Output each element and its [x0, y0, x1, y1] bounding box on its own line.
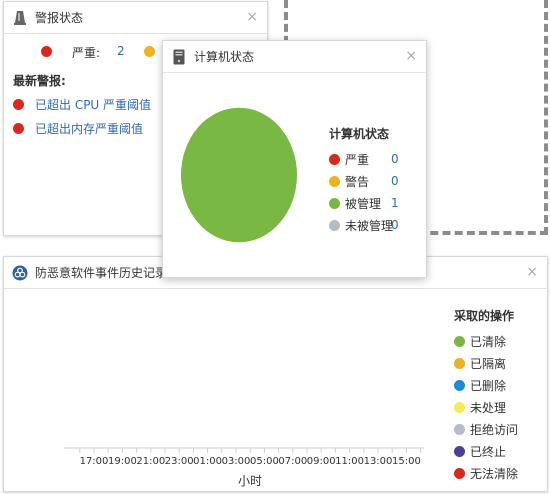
legend-label: 无法清除	[470, 466, 519, 481]
alarm-item: 已超出 CPU 严重阈值	[13, 96, 151, 113]
critical-dot-icon	[13, 123, 24, 134]
alarm-bell-icon	[12, 10, 28, 26]
antimalware-history-chart: 17:00 19:00 21:00 23:00 01:00 03:00 05:00 07:00…	[64, 447, 424, 488]
close-icon[interactable]: ×	[405, 49, 417, 63]
alarm-link[interactable]: 已超出 CPU 严重阈值	[35, 96, 151, 113]
severity-label: 严重:	[72, 46, 101, 60]
computer-status-legend: 计算机状态 严重 0 警告 0 被管理 1 未被管理 0	[329, 125, 399, 236]
legend-item[interactable]: 已终止	[454, 440, 518, 462]
pc-panel-title: 计算机状态	[194, 50, 255, 64]
critical-dot-icon	[41, 46, 52, 57]
legend-dot-icon	[454, 335, 465, 347]
legend-item[interactable]: 已隔离	[454, 352, 518, 374]
alarm-item: 已超出内存严重阈值	[13, 120, 143, 137]
computer-tower-icon	[171, 49, 187, 65]
legend-dot-icon	[329, 197, 340, 209]
legend-item[interactable]: 已删除	[454, 374, 518, 396]
legend-label: 被管理	[345, 196, 382, 211]
legend-title: 计算机状态	[329, 127, 390, 141]
alarm-panel-header[interactable]: 警报状态 ×	[4, 2, 267, 34]
legend-value[interactable]: 1	[391, 196, 399, 210]
x-tick-label: 09:00	[307, 456, 336, 467]
legend-item[interactable]: 严重 0	[329, 148, 399, 170]
x-tick-label: 21:00	[136, 456, 165, 467]
legend-label: 已清除	[470, 334, 507, 349]
legend-dot-icon	[454, 401, 465, 413]
legend-label: 未处理	[470, 400, 507, 415]
legend-label: 已删除	[470, 378, 507, 393]
legend-label: 严重	[345, 152, 370, 167]
legend-item[interactable]: 已清除	[454, 330, 518, 352]
legend-value[interactable]: 0	[391, 152, 399, 166]
x-tick-label: 03:00	[222, 456, 251, 467]
x-tick-label: 07:00	[278, 456, 307, 467]
close-icon[interactable]: ×	[246, 10, 258, 24]
biohazard-icon	[12, 265, 28, 281]
legend-title: 采取的操作	[454, 309, 515, 323]
legend-label: 拒绝访问	[470, 422, 519, 437]
legend-dot-icon	[454, 467, 465, 479]
legend-dot-icon	[329, 219, 340, 231]
computer-status-panel[interactable]: 计算机状态 × 计算机状态 严重 0 警告 0 被管理 1 未被管理 0	[162, 40, 427, 278]
x-tick-label: 17:00	[80, 456, 109, 467]
severity-count[interactable]: 2	[117, 44, 125, 58]
antimalware-history-panel: 防恶意软件事件历史记录 × 17:00 19:00 21:00 23:00 01:00 0…	[3, 256, 548, 492]
legend-dot-icon	[454, 423, 465, 435]
close-icon[interactable]: ×	[526, 265, 538, 279]
x-tick-label: 05:00	[250, 456, 279, 467]
legend-item[interactable]: 拒绝访问	[454, 418, 518, 440]
legend-dot-icon	[329, 153, 340, 165]
alarm-link[interactable]: 已超出内存严重阈值	[35, 120, 143, 137]
pc-panel-header[interactable]: 计算机状态 ×	[163, 41, 426, 73]
critical-dot-icon	[13, 99, 24, 110]
legend-dot-icon	[454, 379, 465, 391]
x-axis-label: 小时	[238, 474, 262, 488]
legend-item[interactable]: 未处理	[454, 396, 518, 418]
legend-label: 未被管理	[345, 218, 394, 233]
x-tick-label: 13:00	[364, 456, 393, 467]
legend-item[interactable]: 无法清除	[454, 462, 518, 484]
legend-dot-icon	[454, 357, 465, 369]
alarm-panel-title: 警报状态	[35, 11, 84, 25]
legend-item[interactable]: 警告 0	[329, 170, 399, 192]
x-tick-label: 15:00	[392, 456, 421, 467]
legend-item[interactable]: 未被管理 0	[329, 214, 399, 236]
legend-value[interactable]: 0	[391, 174, 399, 188]
latest-alarms-heading: 最新警报:	[13, 74, 66, 88]
computer-status-pie-chart	[181, 107, 297, 243]
legend-label: 警告	[345, 174, 370, 189]
pie-slice[interactable]	[181, 107, 297, 243]
history-panel-title: 防恶意软件事件历史记录	[35, 266, 168, 280]
x-tick-label: 23:00	[165, 456, 194, 467]
legend-dot-icon	[329, 175, 340, 187]
legend-value[interactable]: 0	[391, 218, 399, 232]
legend-label: 已终止	[470, 444, 507, 459]
x-tick-label: 01:00	[193, 456, 222, 467]
x-tick-label: 11:00	[335, 456, 364, 467]
legend-item[interactable]: 被管理 1	[329, 192, 399, 214]
warning-dot-icon	[144, 46, 155, 57]
legend-dot-icon	[454, 445, 465, 457]
actions-legend: 采取的操作 已清除 已隔离 已删除 未处理 拒绝访问 已终止 无法清除	[454, 307, 518, 484]
legend-label: 已隔离	[470, 356, 507, 371]
x-tick-label: 19:00	[108, 456, 137, 467]
